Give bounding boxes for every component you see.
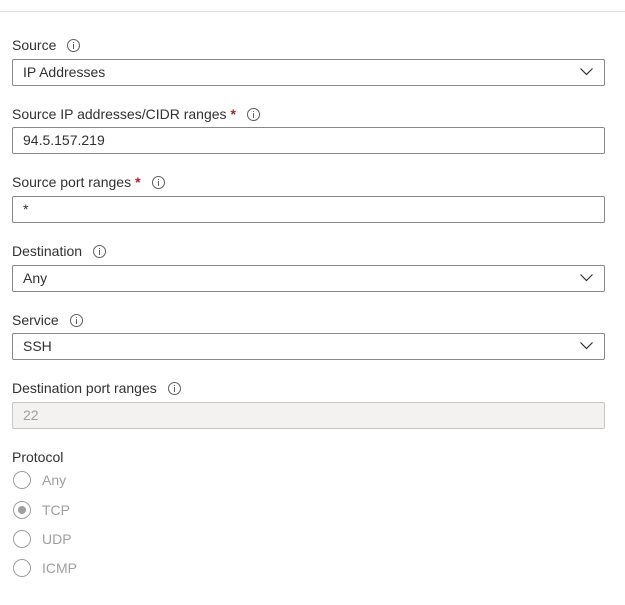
destination-dropdown[interactable]: Any <box>12 265 605 292</box>
source-label: Source <box>12 37 57 53</box>
protocol-option-udp[interactable]: UDP <box>13 528 72 550</box>
destination-label-row: Destination <box>12 241 107 261</box>
divider <box>0 11 625 12</box>
radio-button[interactable] <box>13 471 31 489</box>
source-ip-value: 94.5.157.219 <box>23 132 105 148</box>
chevron-down-icon <box>580 68 593 76</box>
source-port-label-row: Source port ranges * <box>12 172 165 192</box>
destination-port-input: 22 <box>12 402 605 429</box>
service-label-row: Service <box>12 310 83 330</box>
destination-port-label: Destination port ranges <box>12 380 157 396</box>
service-dropdown[interactable]: SSH <box>12 333 605 360</box>
info-icon[interactable] <box>67 38 81 52</box>
destination-port-value: 22 <box>23 407 39 423</box>
protocol-option-label: TCP <box>42 502 70 518</box>
source-port-input[interactable]: * <box>12 196 605 223</box>
protocol-option-label: Any <box>42 472 67 488</box>
destination-value: Any <box>23 270 48 286</box>
source-ip-label: Source IP addresses/CIDR ranges <box>12 106 227 122</box>
source-dropdown[interactable]: IP Addresses <box>12 59 605 86</box>
service-value: SSH <box>23 338 52 354</box>
required-marker: * <box>230 106 236 122</box>
protocol-option-label: UDP <box>42 531 72 547</box>
chevron-down-icon <box>580 342 593 350</box>
info-icon[interactable] <box>93 244 107 258</box>
radio-button-selected[interactable] <box>13 501 31 519</box>
protocol-label: Protocol <box>12 449 64 465</box>
destination-label: Destination <box>12 243 83 259</box>
source-value: IP Addresses <box>23 64 106 80</box>
chevron-down-icon <box>580 274 593 282</box>
radio-button[interactable] <box>13 530 31 548</box>
info-icon[interactable] <box>69 313 83 327</box>
protocol-option-any[interactable]: Any <box>13 469 66 491</box>
info-icon[interactable] <box>167 381 181 395</box>
service-label: Service <box>12 312 59 328</box>
protocol-option-label: ICMP <box>42 560 77 576</box>
protocol-option-icmp[interactable]: ICMP <box>13 557 77 579</box>
source-port-label: Source port ranges <box>12 174 132 190</box>
protocol-option-tcp[interactable]: TCP <box>13 499 70 521</box>
protocol-label-row: Protocol <box>12 447 63 467</box>
destination-port-label-row: Destination port ranges <box>12 378 181 398</box>
inbound-rule-form: Source IP Addresses Source IP addresses/… <box>0 0 625 605</box>
source-ip-label-row: Source IP addresses/CIDR ranges * <box>12 104 260 124</box>
info-icon[interactable] <box>246 107 260 121</box>
source-port-value: * <box>23 201 29 217</box>
source-ip-input[interactable]: 94.5.157.219 <box>12 127 605 154</box>
source-label-row: Source <box>12 35 81 55</box>
info-icon[interactable] <box>151 175 165 189</box>
required-marker: * <box>135 174 141 190</box>
radio-button[interactable] <box>13 559 31 577</box>
